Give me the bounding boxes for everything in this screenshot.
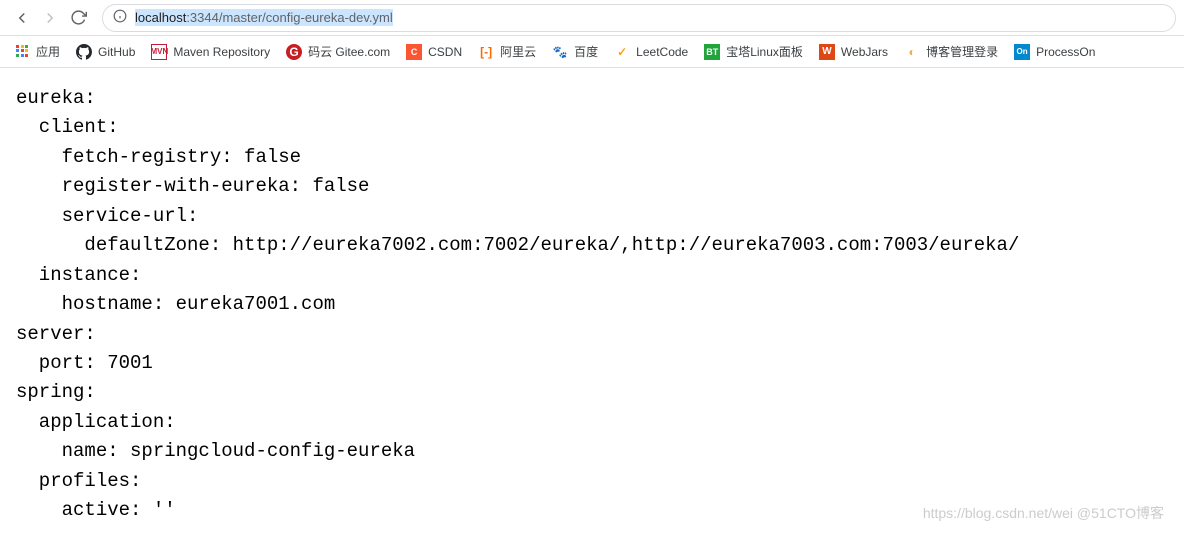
url-text: localhost:3344/master/config-eureka-dev.… [135,9,393,26]
bookmark-label: 博客管理登录 [926,43,998,60]
bookmark-apps[interactable]: 应用 [8,39,68,64]
bookmark-blog[interactable]: ◐ 博客管理登录 [896,39,1006,64]
bookmark-label: 应用 [36,43,60,60]
yaml-content: eureka: client: fetch-registry: false re… [0,68,1184,542]
bookmark-label: 码云 Gitee.com [308,43,390,60]
bookmark-label: 百度 [574,43,598,60]
bookmark-gitee[interactable]: G 码云 Gitee.com [278,39,398,64]
reload-button[interactable] [64,4,92,32]
csdn-icon: C [406,44,422,60]
bookmark-label: 阿里云 [500,43,536,60]
aliyun-icon: [-] [478,44,494,60]
gitee-icon: G [286,44,302,60]
bookmark-bt[interactable]: BT 宝塔Linux面板 [696,39,811,64]
webjars-icon: W [819,44,835,60]
bookmark-leetcode[interactable]: ✓ LeetCode [606,40,696,64]
browser-nav-bar: localhost:3344/master/config-eureka-dev.… [0,0,1184,36]
bookmark-aliyun[interactable]: [-] 阿里云 [470,39,544,64]
bookmark-label: Maven Repository [173,45,270,59]
maven-icon: MVN [151,44,167,60]
watermark: https://blog.csdn.net/wei @51CTO博客 [923,503,1164,523]
bookmark-label: LeetCode [636,45,688,59]
bookmark-baidu[interactable]: 🐾 百度 [544,39,606,64]
bookmark-csdn[interactable]: C CSDN [398,40,470,64]
bookmarks-bar: 应用 GitHub MVN Maven Repository G 码云 Gite… [0,36,1184,68]
forward-button[interactable] [36,4,64,32]
bookmark-label: CSDN [428,45,462,59]
back-button[interactable] [8,4,36,32]
apps-icon [16,45,30,59]
bookmark-github[interactable]: GitHub [68,40,143,64]
github-icon [76,44,92,60]
address-bar[interactable]: localhost:3344/master/config-eureka-dev.… [102,4,1176,32]
bookmark-processon[interactable]: On ProcessOn [1006,40,1103,64]
bookmark-label: ProcessOn [1036,45,1095,59]
bt-icon: BT [704,44,720,60]
processon-icon: On [1014,44,1030,60]
leetcode-icon: ✓ [614,44,630,60]
info-icon[interactable] [113,9,127,26]
blog-icon: ◐ [904,44,920,60]
bookmark-label: WebJars [841,45,888,59]
baidu-icon: 🐾 [552,44,568,60]
bookmark-label: GitHub [98,45,135,59]
bookmark-webjars[interactable]: W WebJars [811,40,896,64]
bookmark-maven[interactable]: MVN Maven Repository [143,40,278,64]
bookmark-label: 宝塔Linux面板 [726,43,803,60]
